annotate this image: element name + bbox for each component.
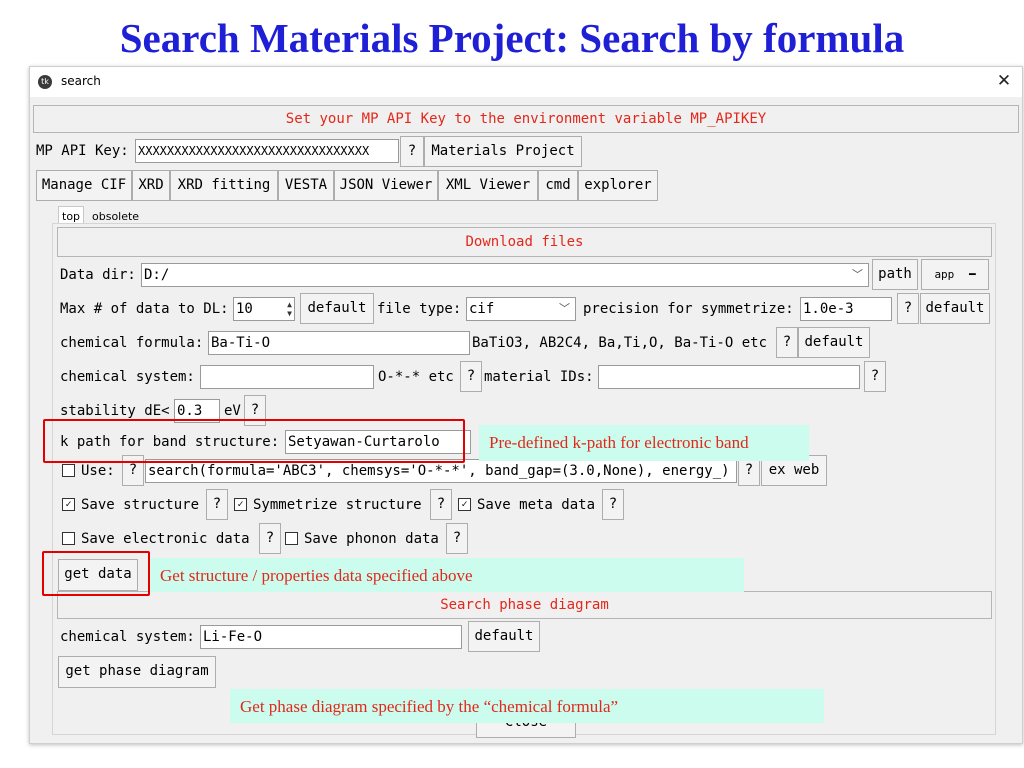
data-dir-label: Data dir: — [60, 267, 136, 283]
save-meta-checkbox[interactable]: ✓ Save meta data — [458, 491, 595, 519]
precision-label: precision for symmetrize: — [583, 301, 794, 317]
app-menu-button[interactable]: app ━ — [921, 259, 989, 290]
slide-title: Search Materials Project: Search by form… — [119, 15, 905, 61]
phase-default-button[interactable]: default — [468, 621, 540, 652]
use-query-label: Use: — [81, 463, 115, 479]
symmetrize-check-icon[interactable]: ✓ — [234, 497, 247, 511]
kpath-highlight-box — [43, 419, 465, 463]
get-data-highlight-box — [42, 551, 150, 596]
chevron-down-icon[interactable]: ﹀ — [559, 298, 570, 320]
toolbar-json-viewer-button[interactable]: JSON Viewer — [334, 170, 438, 201]
max-data-spinbox[interactable]: 10 ▲ ▼ — [233, 297, 295, 321]
save-electronic-check-box[interactable] — [62, 531, 75, 545]
phase-chemsys-input[interactable]: Li-Fe-O — [200, 625, 462, 649]
save-phonon-check-box[interactable] — [285, 531, 298, 545]
path-button[interactable]: path — [872, 259, 918, 290]
toolbar-xrd-fitting-button[interactable]: XRD fitting — [170, 170, 278, 201]
formula-help-button[interactable]: ? — [776, 327, 798, 358]
save-meta-help-button[interactable]: ? — [602, 489, 624, 520]
phase-chemsys-label: chemical system: — [60, 629, 195, 645]
file-type-label: file type: — [377, 301, 462, 317]
chemical-system-hint: O-*-* etc — [378, 369, 454, 385]
api-key-help-button[interactable]: ? — [400, 136, 424, 167]
symmetrize-help-button[interactable]: ? — [430, 489, 452, 520]
save-phonon-help-button[interactable]: ? — [446, 523, 468, 554]
save-electronic-label: Save electronic data — [81, 531, 250, 547]
phase-diagram-header: Search phase diagram — [57, 591, 992, 619]
api-key-banner: Set your MP API Key to the environment v… — [33, 105, 1019, 133]
material-ids-label: material IDs: — [484, 369, 594, 385]
toolbar-cmd-button[interactable]: cmd — [538, 170, 578, 201]
get-data-callout: Get structure / properties data specifie… — [150, 558, 744, 592]
save-structure-checkbox[interactable]: ✓ Save structure — [62, 491, 199, 519]
material-ids-input[interactable] — [598, 365, 860, 389]
save-phonon-checkbox[interactable]: Save phonon data — [285, 525, 439, 553]
chemical-system-input[interactable] — [200, 365, 374, 389]
close-icon[interactable]: ✕ — [992, 70, 1016, 92]
max-data-value: 10 — [236, 301, 253, 317]
formula-default-button[interactable]: default — [798, 327, 870, 358]
save-phonon-label: Save phonon data — [304, 531, 439, 547]
save-structure-label: Save structure — [81, 497, 200, 513]
toolbar-vesta-button[interactable]: VESTA — [278, 170, 334, 201]
material-ids-help-button[interactable]: ? — [864, 361, 886, 392]
save-meta-label: Save meta data — [477, 497, 596, 513]
save-structure-help-button[interactable]: ? — [206, 489, 228, 520]
api-key-label: MP API Key: — [36, 143, 129, 159]
save-structure-check-icon[interactable]: ✓ — [62, 497, 75, 511]
api-key-input[interactable]: XXXXXXXXXXXXXXXXXXXXXXXXXXXXXXXX — [135, 139, 399, 163]
use-query-checkbox-box[interactable] — [62, 463, 75, 477]
save-meta-check-icon[interactable]: ✓ — [458, 497, 471, 511]
toolbar-explorer-button[interactable]: explorer — [578, 170, 658, 201]
file-type-value: cif — [469, 301, 495, 317]
save-electronic-checkbox[interactable]: Save electronic data — [62, 525, 250, 553]
precision-input[interactable]: 1.0e-3 — [800, 297, 892, 321]
chemical-formula-input[interactable]: Ba-Ti-O — [208, 331, 470, 355]
toolbar-xml-viewer-button[interactable]: XML Viewer — [438, 170, 538, 201]
window-title: search — [61, 74, 101, 88]
max-data-label: Max # of data to DL: — [60, 301, 229, 317]
symmetrize-checkbox[interactable]: ✓ Symmetrize structure — [234, 491, 422, 519]
kpath-callout: Pre-defined k-path for electronic band — [479, 425, 809, 461]
toolbar-manage-cif-button[interactable]: Manage CIF — [36, 170, 132, 201]
menu-indicator-icon: ━ — [968, 268, 976, 281]
save-electronic-help-button[interactable]: ? — [259, 523, 281, 554]
max-data-default-button[interactable]: default — [300, 293, 374, 324]
chemical-formula-label: chemical formula: — [60, 335, 204, 351]
data-dir-combobox[interactable]: D:/ ﹀ — [141, 263, 869, 287]
toolbar-xrd-button[interactable]: XRD — [132, 170, 170, 201]
chemical-formula-hint: BaTiO3, AB2C4, Ba,Ti,O, Ba-Ti-O etc — [472, 335, 768, 351]
symmetrize-label: Symmetrize structure — [253, 497, 422, 513]
search-window: tk search ✕ Set your MP API Key to the e… — [29, 66, 1023, 744]
data-dir-value: D:/ — [144, 267, 170, 283]
file-type-select[interactable]: cif ﹀ — [466, 297, 576, 321]
chevron-down-icon[interactable]: ﹀ — [852, 264, 863, 286]
spin-arrows-icon[interactable]: ▲ ▼ — [287, 300, 292, 318]
phase-callout: Get phase diagram specified by the “chem… — [230, 689, 824, 723]
materials-project-button[interactable]: Materials Project — [424, 136, 582, 167]
window-titlebar: tk search ✕ — [30, 67, 1022, 97]
app-menu-label: app — [934, 268, 955, 281]
app-icon: tk — [38, 75, 52, 89]
precision-default-button[interactable]: default — [920, 293, 990, 324]
download-files-header: Download files — [57, 227, 992, 257]
chemsys-help-button[interactable]: ? — [460, 361, 482, 392]
precision-help-button[interactable]: ? — [897, 293, 919, 324]
get-phase-diagram-button[interactable]: get phase diagram — [58, 656, 216, 688]
chemical-system-label: chemical system: — [60, 369, 195, 385]
